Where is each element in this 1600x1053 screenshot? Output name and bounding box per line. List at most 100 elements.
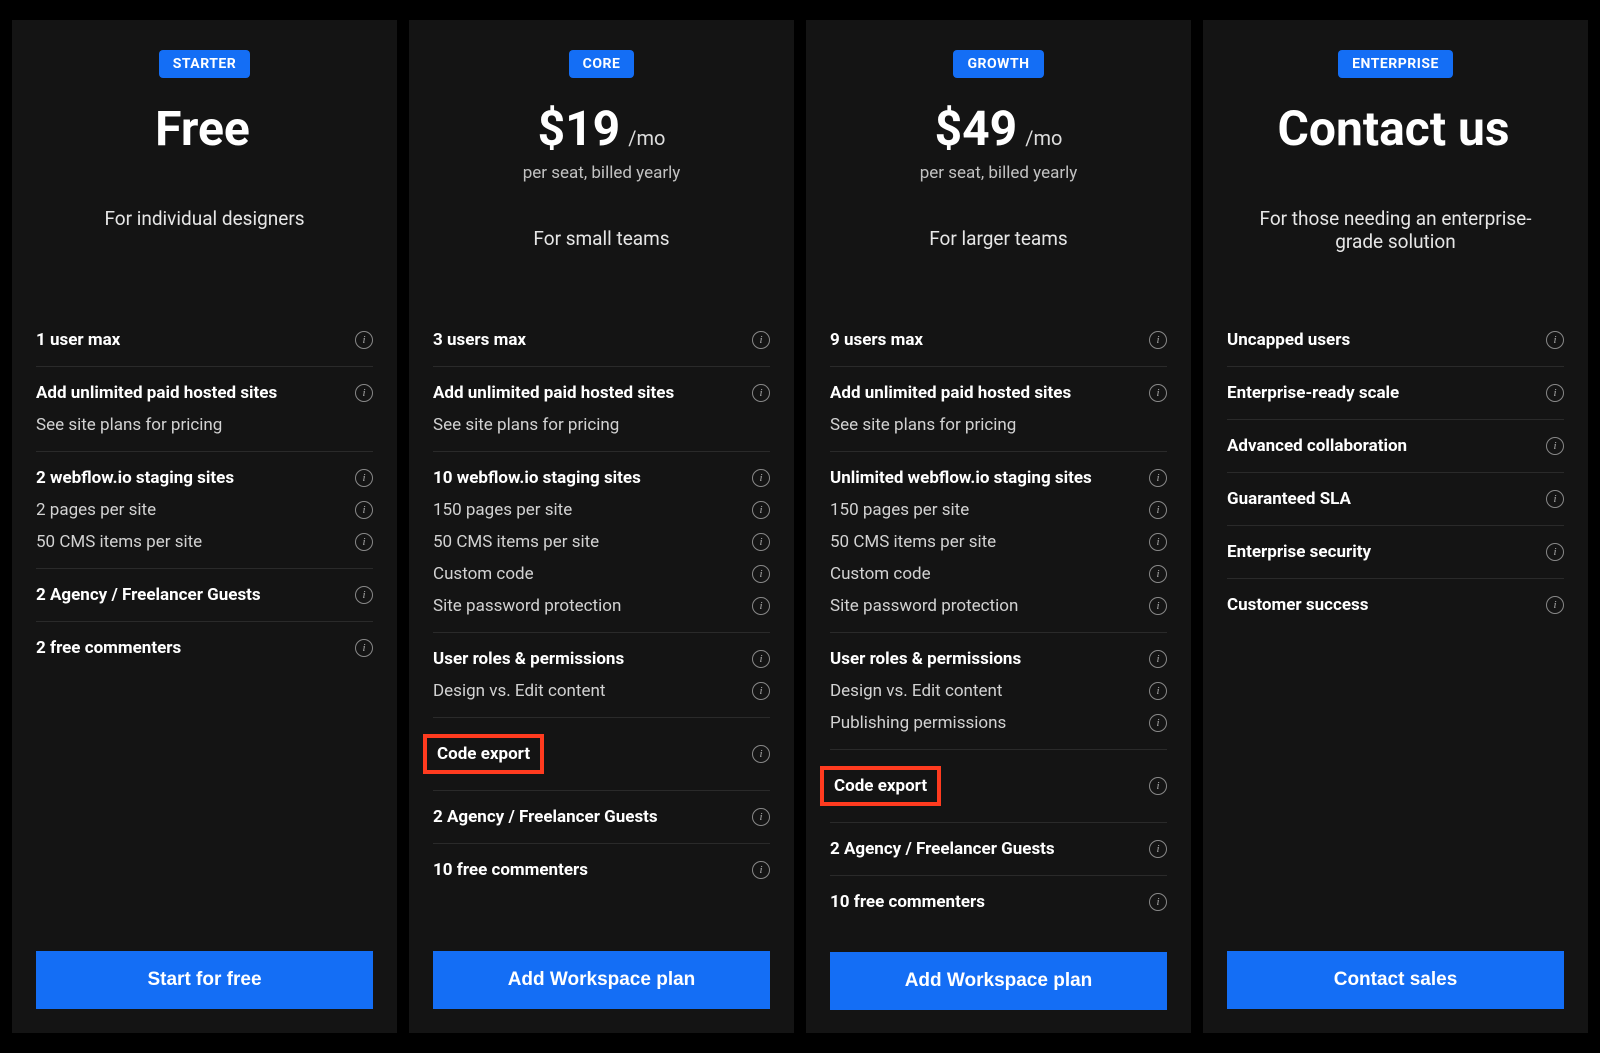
- feature-group: 9 users max i: [830, 314, 1167, 366]
- info-icon[interactable]: i: [1149, 893, 1167, 911]
- info-icon[interactable]: i: [1149, 597, 1167, 615]
- info-icon[interactable]: i: [1546, 596, 1564, 614]
- feature-row: Code exporti: [830, 760, 1167, 812]
- info-icon[interactable]: i: [752, 808, 770, 826]
- plan-subtitle: For larger teams: [929, 227, 1068, 250]
- info-icon[interactable]: i: [1149, 331, 1167, 349]
- feature-label: 10 webflow.io staging sites: [433, 468, 641, 488]
- info-icon[interactable]: i: [355, 331, 373, 349]
- info-icon[interactable]: i: [1149, 650, 1167, 668]
- feature-row: 3 users maxi: [433, 324, 770, 356]
- feature-group: Customer successi: [1227, 578, 1564, 631]
- feature-row: Uncapped usersi: [1227, 324, 1564, 356]
- feature-label: See site plans for pricing: [433, 415, 619, 435]
- feature-label: 9 users max: [830, 330, 923, 350]
- info-icon[interactable]: i: [355, 384, 373, 402]
- info-icon[interactable]: i: [355, 586, 373, 604]
- price-main: $19: [538, 100, 621, 157]
- feature-group: Code export i: [433, 717, 770, 790]
- info-icon[interactable]: i: [752, 501, 770, 519]
- plan-subtitle: For individual designers: [104, 207, 304, 230]
- info-icon[interactable]: i: [355, 533, 373, 551]
- info-icon[interactable]: i: [1149, 714, 1167, 732]
- feature-group: Uncapped usersi: [1227, 314, 1564, 366]
- feature-label: 2 webflow.io staging sites: [36, 468, 234, 488]
- start-for-free-button[interactable]: Start for free: [36, 951, 373, 1009]
- feature-label: User roles & permissions: [830, 649, 1021, 669]
- info-icon[interactable]: i: [1149, 565, 1167, 583]
- info-icon[interactable]: i: [1546, 437, 1564, 455]
- feature-group: Advanced collaboration i: [1227, 419, 1564, 472]
- feature-row: Design vs. Edit contenti: [433, 675, 770, 707]
- feature-row: 10 webflow.io staging sites i: [433, 462, 770, 494]
- feature-group: 2 Agency / Freelancer Guestsi: [433, 790, 770, 843]
- info-icon[interactable]: i: [1546, 331, 1564, 349]
- info-icon[interactable]: i: [1149, 682, 1167, 700]
- plan-header: ENTERPRISE Contact us For those needing …: [1227, 44, 1564, 314]
- info-icon[interactable]: i: [1546, 543, 1564, 561]
- info-icon[interactable]: i: [355, 501, 373, 519]
- feature-label: Design vs. Edit content: [830, 681, 1002, 701]
- info-icon[interactable]: i: [752, 597, 770, 615]
- feature-row: 150 pages per sitei: [433, 494, 770, 526]
- feature-label: Custom code: [433, 564, 534, 584]
- feature-label: 50 CMS items per site: [36, 532, 202, 552]
- feature-group: Add unlimited paid hosted sitesiSee site…: [433, 366, 770, 451]
- info-icon[interactable]: i: [752, 650, 770, 668]
- feature-row: User roles & permissions i: [830, 643, 1167, 675]
- plan-price: Contact us: [1277, 100, 1513, 157]
- plan-header: GROWTH $49 /mo per seat, billed yearly F…: [830, 44, 1167, 314]
- highlight-box: Code export: [820, 766, 941, 806]
- plan-price: $49 /mo: [935, 100, 1063, 157]
- info-icon[interactable]: i: [1546, 384, 1564, 402]
- contact-sales-button[interactable]: Contact sales: [1227, 951, 1564, 1009]
- feature-label: Unlimited webflow.io staging sites: [830, 468, 1092, 488]
- feature-label: 10 free commenters: [433, 860, 588, 880]
- info-icon[interactable]: i: [752, 682, 770, 700]
- feature-label: Enterprise security: [1227, 542, 1371, 562]
- feature-list: 3 users maxi Add unlimited paid hosted si…: [433, 314, 770, 896]
- highlight-box: Code export: [423, 734, 544, 774]
- feature-list: 9 users max i Add unlimited paid hosted si…: [830, 314, 1167, 928]
- info-icon[interactable]: i: [752, 469, 770, 487]
- plan-badge: STARTER: [159, 50, 251, 78]
- feature-label: Advanced collaboration: [1227, 436, 1407, 456]
- info-icon[interactable]: i: [1149, 777, 1167, 795]
- info-icon[interactable]: i: [355, 469, 373, 487]
- plan-price: $19 /mo: [538, 100, 666, 157]
- info-icon[interactable]: i: [1149, 469, 1167, 487]
- feature-label: Code export: [437, 744, 530, 764]
- info-icon[interactable]: i: [1149, 384, 1167, 402]
- info-icon[interactable]: i: [355, 639, 373, 657]
- add-workspace-plan-button[interactable]: Add Workspace plan: [433, 951, 770, 1009]
- feature-row: 9 users max i: [830, 324, 1167, 356]
- info-icon[interactable]: i: [752, 384, 770, 402]
- feature-label: Add unlimited paid hosted sites: [830, 383, 1071, 403]
- info-icon[interactable]: i: [1149, 840, 1167, 858]
- feature-label: User roles & permissions: [433, 649, 624, 669]
- feature-row: Enterprise-ready scale i: [1227, 377, 1564, 409]
- feature-row: Add unlimited paid hosted sitesi: [36, 377, 373, 409]
- feature-row: Code export i: [433, 728, 770, 780]
- feature-row: 1 user max i: [36, 324, 373, 356]
- info-icon[interactable]: i: [752, 745, 770, 763]
- feature-list: Uncapped usersiEnterprise-ready scaleiAd…: [1227, 314, 1564, 631]
- feature-row: 10 free commentersi: [830, 886, 1167, 918]
- info-icon[interactable]: i: [1149, 533, 1167, 551]
- price-main: Contact us: [1277, 100, 1509, 157]
- info-icon[interactable]: i: [752, 861, 770, 879]
- info-icon[interactable]: i: [1149, 501, 1167, 519]
- info-icon[interactable]: i: [752, 565, 770, 583]
- feature-label: See site plans for pricing: [830, 415, 1016, 435]
- plan-subtitle: For those needing an enterprise-grade so…: [1256, 207, 1536, 253]
- info-icon[interactable]: i: [1546, 490, 1564, 508]
- feature-label: Enterprise-ready scale: [1227, 383, 1399, 403]
- feature-group: 2 webflow.io staging sitesi2 pages per s…: [36, 451, 373, 568]
- info-icon[interactable]: i: [752, 533, 770, 551]
- feature-label: 1 user max: [36, 330, 120, 350]
- add-workspace-plan-button[interactable]: Add Workspace plan: [830, 952, 1167, 1010]
- feature-row: Site password protectioni: [830, 590, 1167, 622]
- feature-group: Guaranteed SLAi: [1227, 472, 1564, 525]
- feature-row: 2 Agency / Freelancer Guestsi: [830, 833, 1167, 865]
- info-icon[interactable]: i: [752, 331, 770, 349]
